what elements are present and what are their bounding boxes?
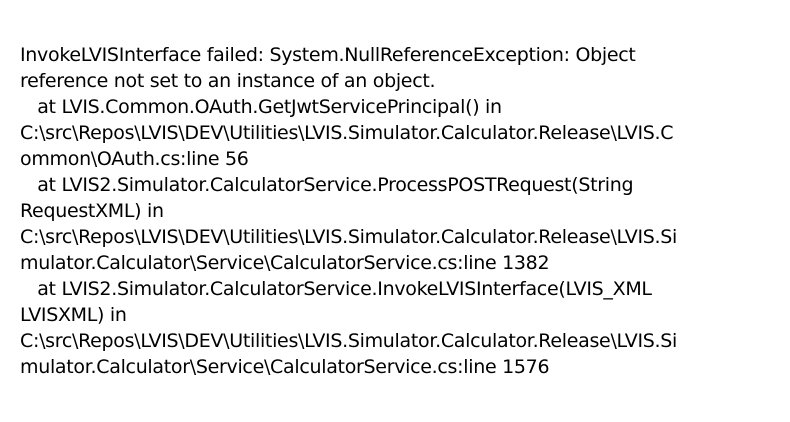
error-message: InvokeLVISInterface failed: System.NullR… (20, 42, 780, 380)
stack-trace-line: C:\src\Repos\LVIS\DEV\Utilities\LVIS.Sim… (20, 226, 677, 248)
stack-trace-line: at LVIS.Common.OAuth.GetJwtServicePrinci… (20, 96, 502, 118)
error-message-line: InvokeLVISInterface failed: System.NullR… (20, 44, 636, 66)
stack-trace-line: RequestXML) in (20, 200, 164, 222)
error-message-line: reference not set to an instance of an o… (20, 70, 436, 92)
stack-trace-line: at LVIS2.Simulator.CalculatorService.Inv… (20, 278, 652, 300)
stack-trace-line: mulator.Calculator\Service\CalculatorSer… (20, 252, 550, 274)
error-dialog: InvokeLVISInterface failed: System.NullR… (0, 0, 790, 422)
stack-trace-line: mulator.Calculator\Service\CalculatorSer… (20, 356, 550, 378)
stack-trace-line: ommon\OAuth.cs:line 56 (20, 148, 249, 170)
stack-trace-line: C:\src\Repos\LVIS\DEV\Utilities\LVIS.Sim… (20, 330, 677, 352)
stack-trace-line: LVISXML) in (20, 304, 127, 326)
stack-trace-line: at LVIS2.Simulator.CalculatorService.Pro… (20, 174, 634, 196)
stack-trace-line: C:\src\Repos\LVIS\DEV\Utilities\LVIS.Sim… (20, 122, 674, 144)
